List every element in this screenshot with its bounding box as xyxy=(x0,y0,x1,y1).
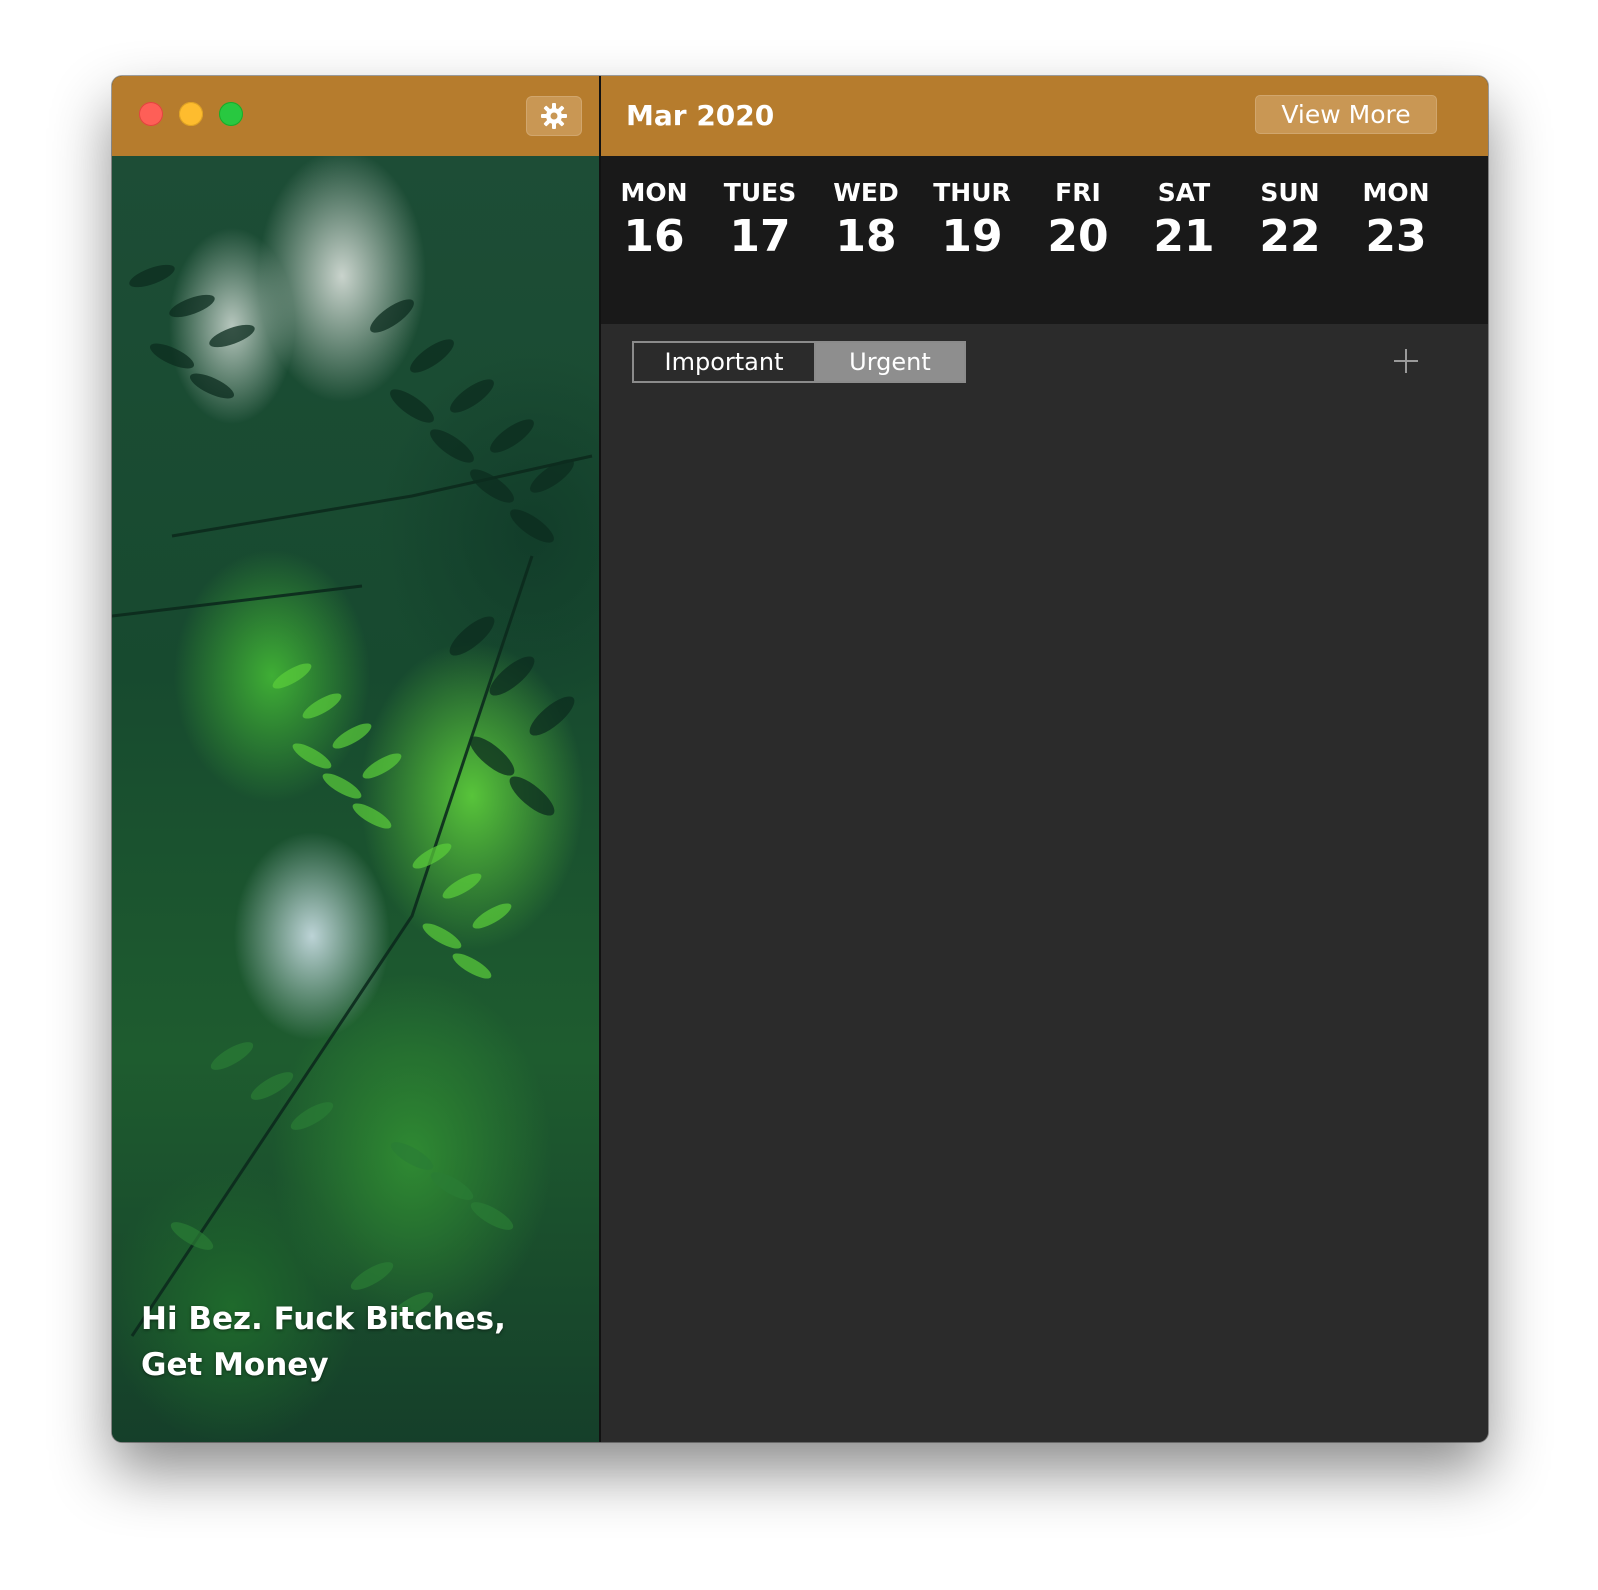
settings-button[interactable] xyxy=(526,96,582,136)
day-name: SAT xyxy=(1157,178,1211,207)
app-window: Hi Bez. Fuck Bitches, Get Money Mar 2020… xyxy=(112,76,1488,1442)
day-date: 16 xyxy=(623,211,685,262)
day-date: 19 xyxy=(941,211,1003,262)
main-titlebar: Mar 2020 View More xyxy=(601,76,1488,156)
day-name: MON xyxy=(1362,178,1430,207)
greeting-text: Hi Bez. Fuck Bitches, Get Money xyxy=(141,1301,506,1383)
day-date: 23 xyxy=(1365,211,1427,262)
background-photo xyxy=(112,156,611,1442)
minimize-window-button[interactable] xyxy=(179,102,203,126)
view-more-button[interactable]: View More xyxy=(1255,95,1437,134)
close-window-button[interactable] xyxy=(139,102,163,126)
day-tues-17[interactable]: TUES 17 xyxy=(712,176,808,264)
day-name: TUES xyxy=(723,178,797,207)
day-thur-19[interactable]: THUR 19 xyxy=(924,176,1020,264)
tab-urgent[interactable]: Urgent xyxy=(816,343,964,381)
day-date: 18 xyxy=(835,211,897,262)
main-pane: Mar 2020 View More MON 16 TUES 17 WED 18… xyxy=(601,76,1488,1442)
day-name: WED xyxy=(833,178,899,207)
day-date: 21 xyxy=(1153,211,1215,262)
month-title: Mar 2020 xyxy=(626,99,775,132)
fern-leaves-image xyxy=(112,264,593,1337)
week-strip: MON 16 TUES 17 WED 18 THUR 19 FRI 20 SAT… xyxy=(601,156,1488,324)
day-mon-16[interactable]: MON 16 xyxy=(606,176,702,264)
plus-icon xyxy=(1394,349,1418,373)
priority-segmented-control: Important Urgent xyxy=(632,341,966,383)
task-list-area xyxy=(601,406,1488,1442)
day-date: 20 xyxy=(1047,211,1109,262)
day-sun-22[interactable]: SUN 22 xyxy=(1242,176,1338,264)
maximize-window-button[interactable] xyxy=(219,102,243,126)
day-mon-23[interactable]: MON 23 xyxy=(1348,176,1444,264)
day-wed-18[interactable]: WED 18 xyxy=(818,176,914,264)
day-name: MON xyxy=(620,178,688,207)
day-date: 17 xyxy=(729,211,791,262)
add-task-button[interactable] xyxy=(1391,346,1421,376)
day-name: FRI xyxy=(1055,178,1101,207)
day-sat-21[interactable]: SAT 21 xyxy=(1136,176,1232,264)
gear-icon xyxy=(541,103,567,129)
sidebar-titlebar xyxy=(112,76,611,156)
day-name: SUN xyxy=(1260,178,1320,207)
tab-important[interactable]: Important xyxy=(634,343,816,381)
sidebar: Hi Bez. Fuck Bitches, Get Money xyxy=(112,76,611,1442)
day-name: THUR xyxy=(933,178,1011,207)
day-fri-20[interactable]: FRI 20 xyxy=(1030,176,1126,264)
day-date: 22 xyxy=(1259,211,1321,262)
